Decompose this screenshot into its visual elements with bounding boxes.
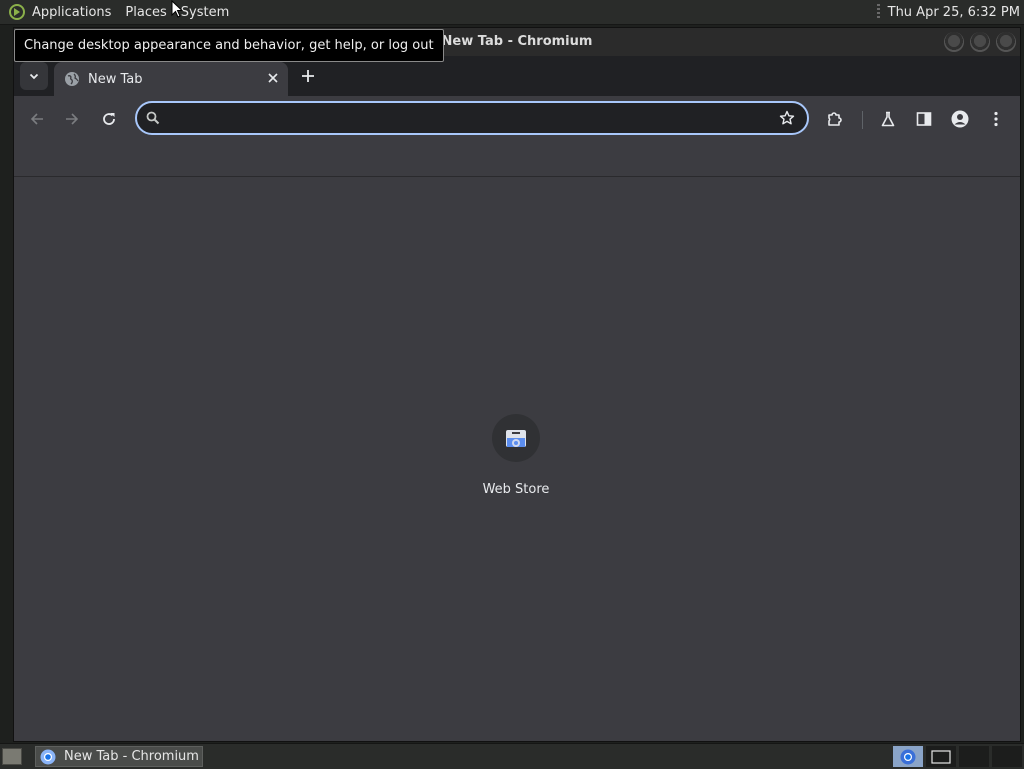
places-menu[interactable]: Places (125, 5, 166, 20)
profile-button[interactable] (948, 107, 972, 131)
mouse-cursor-icon (171, 0, 183, 18)
reload-button[interactable] (97, 107, 121, 131)
labs-button[interactable] (876, 107, 900, 131)
puzzle-icon (828, 112, 842, 126)
system-menu[interactable]: System (181, 5, 229, 20)
chevron-down-icon (29, 73, 39, 80)
reload-icon (103, 113, 115, 125)
arrow-left-icon (30, 113, 43, 125)
new-tab-button[interactable] (296, 64, 320, 88)
workspace-2[interactable] (926, 746, 956, 767)
taskbar-item-label: New Tab - Chromium (64, 749, 199, 764)
shortcut-label: Web Store (482, 482, 550, 497)
search-icon (146, 111, 160, 125)
panel-grip-handle[interactable] (876, 4, 880, 20)
applications-menu[interactable]: Applications (32, 5, 111, 20)
globe-icon (65, 72, 79, 86)
workspace-4[interactable] (992, 746, 1022, 767)
taskbar-item-chromium[interactable]: New Tab - Chromium (35, 746, 203, 767)
tab-close-button[interactable] (268, 72, 278, 87)
maximize-button[interactable] (970, 32, 990, 52)
person-icon (951, 110, 969, 128)
clock[interactable]: Thu Apr 25, 6:32 PM (888, 5, 1020, 20)
kebab-menu-icon (994, 111, 998, 127)
web-store-icon (506, 430, 526, 447)
back-button[interactable] (25, 107, 49, 131)
flask-icon (881, 111, 895, 127)
chromium-icon (900, 749, 916, 764)
workspace-3[interactable] (959, 746, 989, 767)
shortcut-web-store[interactable]: Web Store (476, 414, 556, 497)
tab-strip: New Tab (14, 56, 1020, 96)
side-panel-button[interactable] (912, 107, 936, 131)
chromium-icon (40, 749, 56, 764)
tab-search-button[interactable] (20, 62, 48, 90)
forward-button[interactable] (60, 107, 84, 131)
extensions-button[interactable] (823, 107, 847, 131)
shortcut-tile[interactable] (492, 414, 540, 462)
toolbar (14, 96, 1020, 142)
omnibox[interactable] (135, 101, 809, 135)
tab-new-tab[interactable]: New Tab (54, 62, 288, 96)
bottom-panel: New Tab - Chromium (0, 743, 1024, 769)
side-panel-icon (916, 112, 932, 126)
chrome-menu-button[interactable] (984, 107, 1008, 131)
address-input[interactable] (168, 109, 779, 127)
window-outline-icon (931, 749, 951, 764)
show-desktop-button[interactable] (2, 748, 22, 765)
toolbar-separator (862, 111, 863, 129)
tooltip: Change desktop appearance and behavior, … (14, 29, 444, 62)
new-tab-page: Web Store (14, 177, 1020, 741)
applications-icon[interactable] (9, 4, 25, 20)
window-controls (944, 32, 1016, 52)
arrow-right-icon (66, 113, 79, 125)
browser-window: New Tab - Chromium New Tab Web Store (13, 27, 1021, 742)
workspace-1[interactable] (893, 746, 923, 767)
minimize-button[interactable] (944, 32, 964, 52)
plus-icon (302, 70, 314, 82)
close-icon (268, 72, 278, 83)
star-icon[interactable] (779, 110, 795, 126)
top-panel: Applications Places System Thu Apr 25, 6… (0, 0, 1024, 25)
bookmarks-bar (14, 142, 1020, 177)
close-window-button[interactable] (996, 32, 1016, 52)
tab-title: New Tab (88, 71, 143, 87)
